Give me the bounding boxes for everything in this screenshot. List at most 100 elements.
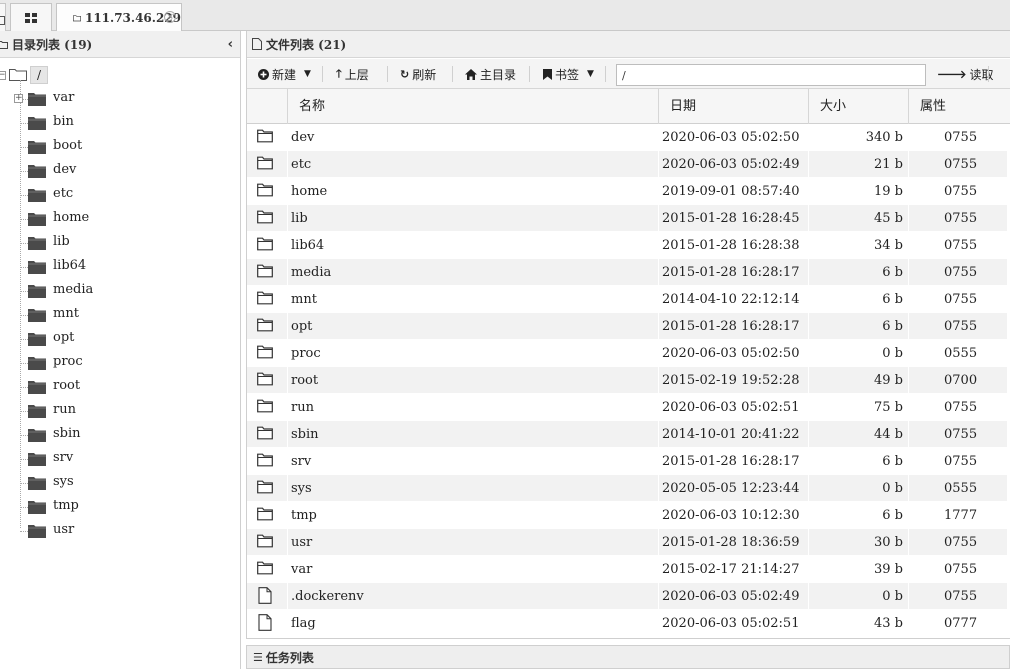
column-divider xyxy=(658,556,659,583)
file-name[interactable]: sys xyxy=(291,481,312,496)
home-icon xyxy=(465,68,477,80)
column-header-name[interactable]: 名称 xyxy=(287,89,658,124)
path-input[interactable] xyxy=(616,64,926,86)
tree-item[interactable]: srv xyxy=(0,447,240,471)
table-row[interactable]: proc 2020-06-03 05:02:50 0 b 0555 xyxy=(247,340,1007,367)
tree-item[interactable]: + var xyxy=(0,87,240,111)
tree-item[interactable]: lib64 xyxy=(0,255,240,279)
tree-root-label[interactable]: / xyxy=(30,66,49,84)
file-name[interactable]: sbin xyxy=(291,427,319,442)
collapse-toggle-icon[interactable]: − xyxy=(0,71,6,80)
file-attr: 0755 xyxy=(944,157,978,172)
file-name[interactable]: srv xyxy=(291,454,311,469)
tree-item[interactable]: boot xyxy=(0,135,240,159)
column-divider xyxy=(808,232,809,259)
column-divider xyxy=(287,232,288,259)
collapse-panel-button[interactable]: ‹ xyxy=(228,37,233,52)
refresh-button[interactable]: ↻ 刷新 xyxy=(400,64,436,84)
file-size: 6 b xyxy=(882,508,903,523)
file-name[interactable]: mnt xyxy=(291,292,317,307)
table-row[interactable]: usr 2015-01-28 18:36:59 30 b 0755 xyxy=(247,529,1007,556)
table-row[interactable]: root 2015-02-19 19:52:28 49 b 0700 xyxy=(247,367,1007,394)
column-divider xyxy=(808,151,809,178)
folder-open-icon xyxy=(9,69,27,81)
tree-item[interactable]: usr xyxy=(0,519,240,543)
file-name[interactable]: root xyxy=(291,373,318,388)
table-row[interactable]: tmp 2020-06-03 10:12:30 6 b 1777 xyxy=(247,502,1007,529)
table-row[interactable]: .dockerenv 2020-06-03 05:02:49 0 b 0755 xyxy=(247,583,1007,610)
file-name[interactable]: lib xyxy=(291,211,308,226)
tab-apps-grid[interactable] xyxy=(10,3,52,31)
table-row[interactable]: srv 2015-01-28 16:28:17 6 b 0755 xyxy=(247,448,1007,475)
toolbar-divider xyxy=(605,66,606,82)
tree-item[interactable]: etc xyxy=(0,183,240,207)
tree-item[interactable]: lib xyxy=(0,231,240,255)
bookmark-button[interactable]: 书签 ▼ xyxy=(543,64,594,84)
tree-item[interactable]: sys xyxy=(0,471,240,495)
column-header-size[interactable]: 大小 xyxy=(808,89,908,124)
table-row[interactable]: lib 2015-01-28 16:28:45 45 b 0755 xyxy=(247,205,1007,232)
table-row[interactable]: sbin 2014-10-01 20:41:22 44 b 0755 xyxy=(247,421,1007,448)
file-name[interactable]: lib64 xyxy=(291,238,324,253)
tree-item-label: sbin xyxy=(53,426,81,441)
file-name[interactable]: tmp xyxy=(291,508,317,523)
task-panel-header[interactable]: ☰ 任务列表 xyxy=(246,645,1010,669)
file-panel: 文件列表 (21) 新建 ▼ 🡑 上层 ↻ 刷新 主目录 书签 ▼ / 🡒 读取… xyxy=(246,31,1010,639)
folder-outline-icon xyxy=(257,426,273,440)
tree-item[interactable]: proc xyxy=(0,351,240,375)
home-dir-button[interactable]: 主目录 xyxy=(465,64,516,84)
file-name[interactable]: opt xyxy=(291,319,312,334)
table-row[interactable]: etc 2020-06-03 05:02:49 21 b 0755 xyxy=(247,151,1007,178)
tree-item[interactable]: root xyxy=(0,375,240,399)
file-attr: 0755 xyxy=(944,454,978,469)
tree-item-label: mnt xyxy=(53,306,79,321)
file-date: 2020-06-03 05:02:49 xyxy=(662,589,800,604)
tree-item[interactable]: media xyxy=(0,279,240,303)
file-name[interactable]: flag xyxy=(291,616,316,631)
column-header-date[interactable]: 日期 xyxy=(658,89,808,124)
file-name[interactable]: usr xyxy=(291,535,312,550)
table-row[interactable]: sys 2020-05-05 12:23:44 0 b 0555 xyxy=(247,475,1007,502)
tree-item[interactable]: run xyxy=(0,399,240,423)
table-row[interactable]: media 2015-01-28 16:28:17 6 b 0755 xyxy=(247,259,1007,286)
read-button[interactable]: 🡒 读取 xyxy=(937,64,994,84)
table-row[interactable]: mnt 2014-04-10 22:12:14 6 b 0755 xyxy=(247,286,1007,313)
file-name[interactable]: .dockerenv xyxy=(291,589,364,604)
file-name[interactable]: home xyxy=(291,184,327,199)
tab-host[interactable]: 111.73.46.229 × xyxy=(56,3,182,31)
column-divider xyxy=(908,313,909,340)
tree-item[interactable]: home xyxy=(0,207,240,231)
tab-bar: 111.73.46.229 × xyxy=(0,0,1010,31)
file-name[interactable]: etc xyxy=(291,157,311,172)
expand-toggle-icon[interactable]: + xyxy=(14,94,23,103)
table-row[interactable]: dev 2020-06-03 05:02:50 340 b 0755 xyxy=(247,124,1007,151)
table-row[interactable]: flag 2020-06-03 05:02:51 43 b 0777 xyxy=(247,610,1007,637)
tree-item[interactable]: bin xyxy=(0,111,240,135)
new-button[interactable]: 新建 ▼ xyxy=(258,64,311,84)
file-name[interactable]: run xyxy=(291,400,314,415)
column-divider xyxy=(908,448,909,475)
file-name[interactable]: var xyxy=(291,562,312,577)
column-divider xyxy=(908,178,909,205)
file-name[interactable]: media xyxy=(291,265,331,280)
tree-item[interactable]: sbin xyxy=(0,423,240,447)
table-row[interactable]: run 2020-06-03 05:02:51 75 b 0755 xyxy=(247,394,1007,421)
tree-item[interactable]: mnt xyxy=(0,303,240,327)
up-level-button[interactable]: 🡑 上层 xyxy=(336,64,369,84)
tab-close-button[interactable]: × xyxy=(164,11,176,23)
tree-item[interactable]: opt xyxy=(0,327,240,351)
column-header-attr[interactable]: 属性 xyxy=(908,89,1008,124)
file-date: 2020-06-03 05:02:50 xyxy=(662,346,800,361)
table-row[interactable]: home 2019-09-01 08:57:40 19 b 0755 xyxy=(247,178,1007,205)
tree-item[interactable]: tmp xyxy=(0,495,240,519)
table-row[interactable]: lib64 2015-01-28 16:28:38 34 b 0755 xyxy=(247,232,1007,259)
folder-outline-icon xyxy=(257,561,273,575)
folder-outline-icon xyxy=(257,399,273,413)
tree-item[interactable]: dev xyxy=(0,159,240,183)
tree-root[interactable]: − / xyxy=(0,63,240,87)
tab-previous[interactable] xyxy=(0,3,6,31)
table-row[interactable]: var 2015-02-17 21:14:27 39 b 0755 xyxy=(247,556,1007,583)
table-row[interactable]: opt 2015-01-28 16:28:17 6 b 0755 xyxy=(247,313,1007,340)
file-name[interactable]: dev xyxy=(291,130,314,145)
file-name[interactable]: proc xyxy=(291,346,321,361)
